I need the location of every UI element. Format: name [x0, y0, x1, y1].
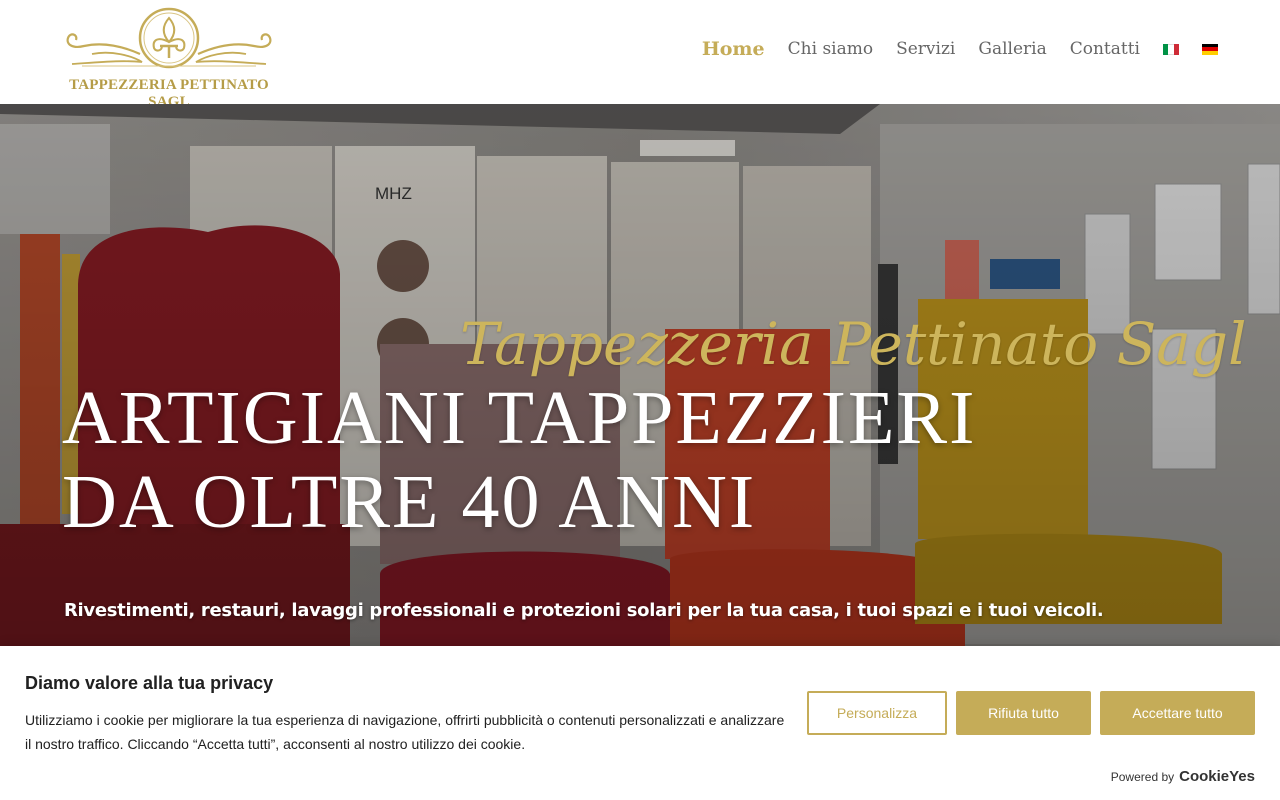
- fleur-de-lis-logo-icon: [66, 7, 272, 69]
- site-logo[interactable]: TAPPEZZERIA PETTINATO SAGL: [62, 6, 276, 110]
- nav-contatti[interactable]: Contatti: [1070, 39, 1140, 59]
- powered-by[interactable]: Powered by CookieYes: [1111, 768, 1255, 785]
- main-nav: Home Chi siamo Servizi Galleria Contatti: [702, 38, 1218, 60]
- it-flag-icon[interactable]: [1163, 43, 1179, 55]
- cookieyes-logo: CookieYes: [1179, 768, 1255, 785]
- cookie-banner: Diamo valore alla tua privacy Utilizziam…: [0, 646, 1280, 800]
- powered-by-label: Powered by: [1110, 770, 1175, 784]
- hero-title: ARTIGIANI TAPPEZZIERI DA OLTRE 40 ANNI: [62, 376, 1162, 544]
- nav-home[interactable]: Home: [702, 38, 765, 60]
- reject-all-button[interactable]: Rifiuta tutto: [956, 691, 1091, 735]
- cookie-title: Diamo valore alla tua privacy: [25, 673, 274, 693]
- cookie-buttons: Personalizza Rifiuta tutto Accettare tut…: [807, 691, 1255, 735]
- nav-servizi[interactable]: Servizi: [896, 39, 955, 59]
- hero-subtitle-cut: [64, 638, 664, 646]
- accept-all-button[interactable]: Accettare tutto: [1100, 691, 1255, 735]
- hero-script-title: Tappezzeria Pettinato Sagl: [460, 310, 1247, 378]
- cookie-description: Utilizziamo i cookie per migliorare la t…: [25, 712, 785, 752]
- nav-chi-siamo[interactable]: Chi siamo: [788, 39, 873, 59]
- hero-subtitle: Rivestimenti, restauri, lavaggi professi…: [64, 600, 1104, 621]
- hero-title-line2: DA OLTRE 40 ANNI: [62, 460, 757, 544]
- site-header: TAPPEZZERIA PETTINATO SAGL Home Chi siam…: [0, 0, 1280, 110]
- nav-galleria[interactable]: Galleria: [978, 39, 1046, 59]
- hero-section: MHZ Tappezzeria Pettinato Sagl ARTIGIANI…: [0, 104, 1280, 646]
- customize-button[interactable]: Personalizza: [807, 691, 947, 735]
- de-flag-icon[interactable]: [1202, 43, 1218, 55]
- hero-title-line1: ARTIGIANI TAPPEZZIERI: [62, 376, 977, 460]
